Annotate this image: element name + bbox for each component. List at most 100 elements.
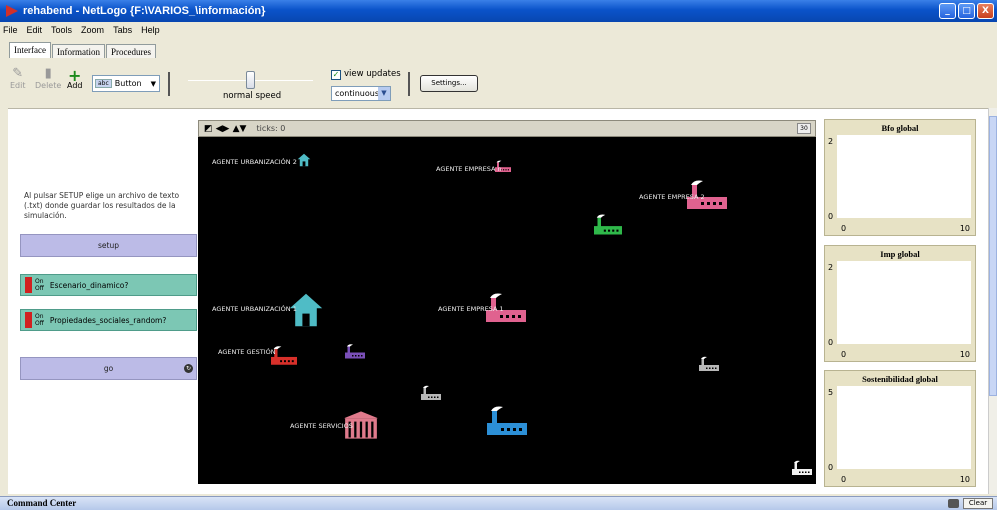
agent-label: AGENTE GESTIÓN <box>218 348 276 356</box>
menu-zoom[interactable]: Zoom <box>81 25 104 35</box>
ticks-counter: ticks: 0 <box>256 124 286 133</box>
add-label: Add <box>67 81 83 90</box>
setup-note: Al pulsar SETUP elige un archivo de text… <box>24 191 180 220</box>
grey-factory-icon[interactable] <box>699 356 719 371</box>
plot-xmin: 0 <box>841 475 847 484</box>
plot-bfo-global[interactable]: Bfo global 2 0 0 10 <box>824 119 976 236</box>
agent-label: AGENTE EMPRESA 2 <box>639 193 705 201</box>
plot-ymax: 2 <box>828 137 834 146</box>
view-header: ◩ ◀▶ ▲▼ ticks: 0 30 <box>198 120 816 137</box>
delete-label: Delete <box>35 81 62 90</box>
forever-icon: ↻ <box>184 364 193 373</box>
widget-type-value: Button <box>114 79 142 88</box>
plot-area <box>837 135 971 218</box>
go-button[interactable]: go ↻ <box>20 357 197 380</box>
toolbar-separator <box>168 72 170 96</box>
tab-interface[interactable]: Interface <box>9 42 51 58</box>
view-updates-label: view updates <box>344 69 401 79</box>
tab-information[interactable]: Information <box>51 44 105 58</box>
main-tabs: Interface Information Procedures <box>9 42 157 58</box>
widget-type-select[interactable]: abc Button ▼ <box>92 75 160 92</box>
plot-xmin: 0 <box>841 224 847 233</box>
setup-button[interactable]: setup <box>20 234 197 257</box>
vertical-scrollbar[interactable] <box>988 108 997 494</box>
menu-tabs[interactable]: Tabs <box>113 25 132 35</box>
button-widget-icon: abc <box>95 79 112 88</box>
plot-xmax: 10 <box>959 224 970 233</box>
plot-ymin: 0 <box>828 212 834 221</box>
interface-toolbar: ✎ Edit ▮ Delete + Add abc Button ▼ norma… <box>0 60 997 106</box>
edit-tool[interactable]: ✎ Edit <box>10 66 26 90</box>
purple-factory-icon[interactable] <box>345 344 365 359</box>
command-center-bar[interactable]: Command Center Clear <box>0 496 997 510</box>
chevron-down-icon: ▼ <box>378 87 390 100</box>
add-tool[interactable]: + Add <box>67 66 83 90</box>
plot-title: Bfo global <box>881 123 919 133</box>
view-control-icons[interactable]: ◩ ◀▶ ▲▼ <box>204 124 246 134</box>
plot-xmax: 10 <box>959 350 970 359</box>
plot-ymax: 2 <box>828 263 834 272</box>
green-factory-icon[interactable] <box>594 214 622 235</box>
propiedades-sociales-random-switch[interactable]: On Off Propiedades_sociales_random? <box>20 309 197 331</box>
netlogo-app-icon <box>6 5 18 17</box>
view-updates-checkbox[interactable]: ✓ <box>331 70 341 80</box>
agent-label: AGENTE EMPRESA 1 <box>438 305 504 313</box>
edit-label: Edit <box>10 81 26 90</box>
update-mode-select[interactable]: continuous ▼ <box>331 86 391 101</box>
window-title-bar[interactable]: rehabend - NetLogo {F:\VARIOS_\informaci… <box>0 0 997 22</box>
menu-tools[interactable]: Tools <box>51 25 72 35</box>
plot-ymax: 5 <box>828 388 834 397</box>
agent-label: AGENTE EMPRESA n <box>436 165 502 173</box>
speed-label: normal speed <box>223 91 282 101</box>
white-factory-icon[interactable] <box>792 460 812 475</box>
go-label: go <box>103 364 114 373</box>
toolbar-separator <box>408 72 410 96</box>
plot-xmin: 0 <box>841 350 847 359</box>
menu-edit[interactable]: Edit <box>27 25 43 35</box>
plot-imp-global[interactable]: Imp global 2 0 0 10 <box>824 245 976 362</box>
escenario-dinamico-switch[interactable]: On Off Escenario_dinamico? <box>20 274 197 296</box>
maximize-button[interactable]: □ <box>958 3 975 19</box>
grey-factory-icon[interactable] <box>421 385 441 400</box>
plot-title: Imp global <box>880 249 920 259</box>
speed-badge[interactable]: 30 <box>797 123 811 134</box>
update-mode-value: continuous <box>335 89 379 98</box>
speed-slider-thumb[interactable] <box>245 71 255 89</box>
menu-file[interactable]: File <box>3 25 18 35</box>
urbanizacion2-house-icon[interactable] <box>297 153 311 167</box>
minimize-button[interactable]: _ <box>939 3 956 19</box>
command-center-title: Command Center <box>7 498 77 508</box>
tab-procedures[interactable]: Procedures <box>105 44 156 58</box>
plot-area <box>837 386 971 469</box>
blue-factory-icon[interactable] <box>487 406 527 436</box>
window-controls: _ □ X <box>939 3 994 19</box>
agent-label: AGENTE URBANIZACIÓN 1 <box>212 305 297 313</box>
window-title: rehabend - NetLogo {F:\VARIOS_\informaci… <box>23 5 266 17</box>
plot-sostenibilidad-global[interactable]: Sostenibilidad global 5 0 0 10 <box>824 370 976 487</box>
menu-help[interactable]: Help <box>141 25 160 35</box>
agent-label: AGENTE URBANIZACIÓN 2 <box>212 158 297 166</box>
clear-button[interactable]: Clear <box>963 498 993 509</box>
switch-lever[interactable] <box>25 312 32 328</box>
plot-title: Sostenibilidad global <box>862 374 938 384</box>
interface-canvas: Al pulsar SETUP elige un archivo de text… <box>8 108 988 494</box>
chevron-down-icon: ▼ <box>150 79 156 88</box>
delete-tool[interactable]: ▮ Delete <box>35 66 61 90</box>
plot-ymin: 0 <box>828 463 834 472</box>
switch-on-off: On Off <box>35 313 44 327</box>
close-button[interactable]: X <box>977 3 994 19</box>
plus-icon: + <box>68 66 82 85</box>
switch-label: Propiedades_sociales_random? <box>49 315 167 325</box>
switch-lever[interactable] <box>25 277 32 293</box>
settings-button[interactable]: Settings... <box>420 75 478 92</box>
pencil-icon: ✎ <box>12 66 24 81</box>
eraser-icon[interactable] <box>948 499 959 508</box>
plot-ymin: 0 <box>828 338 834 347</box>
agent-label: AGENTE SERVICIOS <box>290 422 353 430</box>
scrollbar-thumb[interactable] <box>989 116 997 396</box>
world-view[interactable]: AGENTE URBANIZACIÓN 2 AGENTE EMPRESA n A… <box>198 137 816 484</box>
plot-area <box>837 261 971 344</box>
menu-bar: File Edit Tools Zoom Tabs Help <box>0 22 997 37</box>
trash-icon: ▮ <box>44 66 52 81</box>
switch-label: Escenario_dinamico? <box>49 280 129 290</box>
